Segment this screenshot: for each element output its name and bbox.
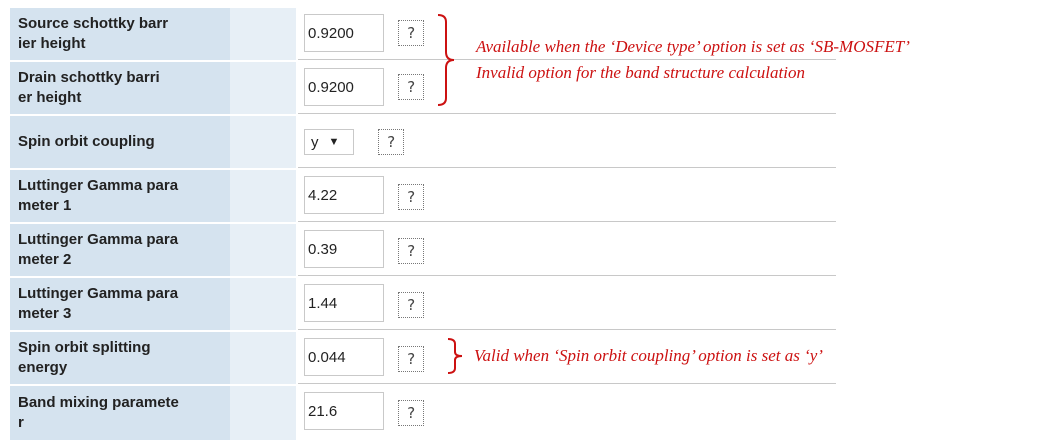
- spacer-cell: [230, 386, 296, 440]
- source-schottky-input[interactable]: [304, 14, 384, 52]
- help-button[interactable]: ?: [398, 400, 424, 426]
- spacer-cell: [230, 278, 296, 330]
- help-button[interactable]: ?: [378, 129, 404, 155]
- param-label: Luttinger Gamma para meter 1: [10, 170, 230, 222]
- chevron-down-icon: ▼: [328, 136, 340, 148]
- annotation-brace-schottky: [437, 14, 455, 106]
- help-button[interactable]: ?: [398, 74, 424, 100]
- help-button[interactable]: ?: [398, 20, 424, 46]
- value-cell: ?: [298, 224, 836, 276]
- annotation-schottky-invalid: Invalid option for the band structure ca…: [476, 63, 805, 82]
- param-row-spin-orbit-coupling: Spin orbit coupling y ▼ ?: [10, 116, 836, 168]
- value-cell: ?: [298, 170, 836, 222]
- value-cell: ?: [298, 278, 836, 330]
- spacer-cell: [230, 170, 296, 222]
- spin-orbit-splitting-input[interactable]: [304, 338, 384, 376]
- param-label: Spin orbit splitting energy: [10, 332, 230, 384]
- spacer-cell: [230, 224, 296, 276]
- luttinger-gamma-3-input[interactable]: [304, 284, 384, 322]
- param-row-luttinger-1: Luttinger Gamma para meter 1 ?: [10, 170, 836, 222]
- value-cell: y ▼ ?: [298, 116, 836, 168]
- param-label: Luttinger Gamma para meter 2: [10, 224, 230, 276]
- param-label: Source schottky barr ier height: [10, 8, 230, 60]
- value-cell: ?: [298, 386, 836, 440]
- annotation-spin-orbit-valid: Valid when ‘Spin orbit coupling’ option …: [474, 346, 823, 365]
- spacer-cell: [230, 332, 296, 384]
- spacer-cell: [230, 8, 296, 60]
- param-label: Band mixing paramete r: [10, 386, 230, 440]
- param-label: Spin orbit coupling: [10, 116, 230, 168]
- param-row-luttinger-3: Luttinger Gamma para meter 3 ?: [10, 278, 836, 330]
- param-label: Drain schottky barri er height: [10, 62, 230, 114]
- drain-schottky-input[interactable]: [304, 68, 384, 106]
- help-button[interactable]: ?: [398, 346, 424, 372]
- spin-orbit-coupling-select[interactable]: y ▼: [304, 129, 354, 155]
- param-row-band-mixing: Band mixing paramete r ?: [10, 386, 836, 440]
- help-button[interactable]: ?: [398, 184, 424, 210]
- select-value: y: [311, 133, 319, 151]
- param-label: Luttinger Gamma para meter 3: [10, 278, 230, 330]
- spacer-cell: [230, 62, 296, 114]
- annotation-schottky-availability: Available when the ‘Device type’ option …: [476, 37, 910, 56]
- band-mixing-input[interactable]: [304, 392, 384, 430]
- spacer-cell: [230, 116, 296, 168]
- annotation-brace-spin-orbit: [447, 338, 463, 374]
- luttinger-gamma-1-input[interactable]: [304, 176, 384, 214]
- param-row-luttinger-2: Luttinger Gamma para meter 2 ?: [10, 224, 836, 276]
- help-button[interactable]: ?: [398, 292, 424, 318]
- help-button[interactable]: ?: [398, 238, 424, 264]
- luttinger-gamma-2-input[interactable]: [304, 230, 384, 268]
